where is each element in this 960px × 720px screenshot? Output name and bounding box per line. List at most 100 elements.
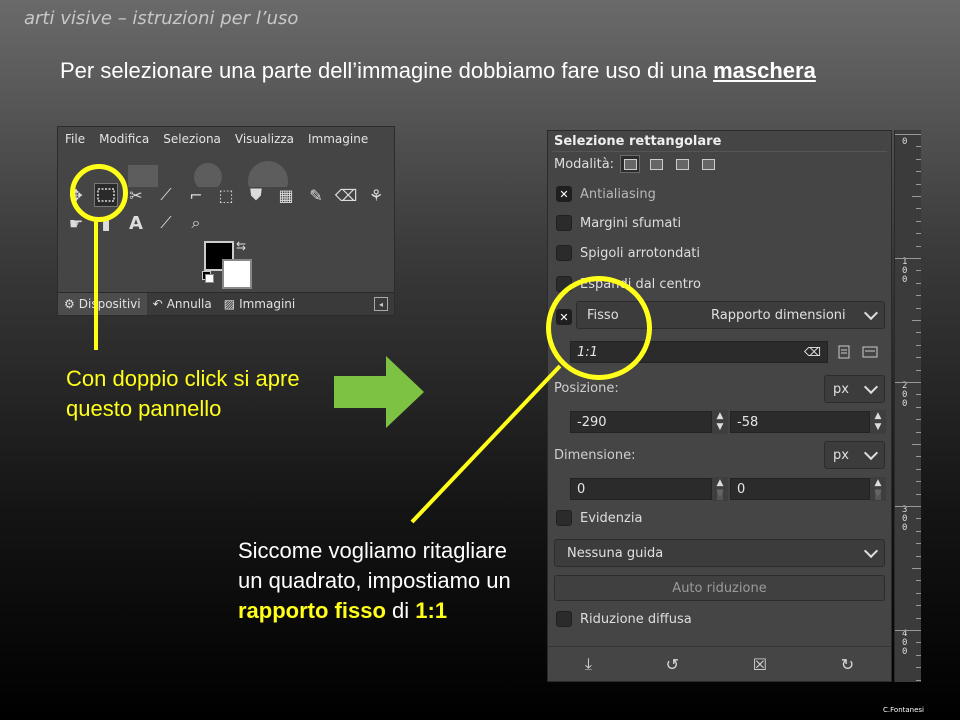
ruler-tick xyxy=(895,134,921,135)
swap-colors-icon[interactable]: ⇆ xyxy=(236,239,246,253)
mode-label: Modalità: xyxy=(554,156,615,172)
landscape-icon[interactable] xyxy=(862,344,878,360)
position-y-spinner[interactable]: ▲ ▼ xyxy=(870,410,886,434)
menu-visualizza[interactable]: Visualizza xyxy=(228,132,301,146)
position-x-input[interactable]: -290 xyxy=(570,411,712,433)
rounded-row: Spigoli arrotondati xyxy=(556,245,700,261)
dock-menu-icon[interactable]: ◂ xyxy=(374,297,388,311)
intro-text: Per selezionare una parte dell’immagine … xyxy=(60,56,920,86)
pointer-line-bottom xyxy=(410,364,562,524)
menu-seleziona[interactable]: Seleziona xyxy=(156,132,228,146)
gimp-toolbox: File Modifica Seleziona Visualizza Immag… xyxy=(57,126,395,316)
color-picker-icon[interactable]: ⟋ xyxy=(154,211,178,235)
tab-immagini[interactable]: ▨ Immagini xyxy=(218,293,302,315)
menu-immagine[interactable]: Immagine xyxy=(301,132,375,146)
ruler-tick xyxy=(916,369,921,371)
ruler-tick xyxy=(916,208,921,210)
highlight-label: Evidenzia xyxy=(580,510,643,526)
crop-icon[interactable]: ⌐ xyxy=(184,183,208,207)
ruler-tick xyxy=(916,344,921,346)
portrait-icon[interactable] xyxy=(836,344,852,360)
mode-add-button[interactable] xyxy=(646,155,666,173)
background-color-swatch[interactable] xyxy=(222,259,252,289)
spin-down-icon[interactable]: ▼ xyxy=(875,422,882,433)
menu-modifica[interactable]: Modifica xyxy=(92,132,156,146)
feather-checkbox[interactable] xyxy=(556,215,572,231)
ruler-tick xyxy=(916,543,921,545)
menu-file[interactable]: File xyxy=(58,132,92,146)
tab-dispositivi[interactable]: ⚙ Dispositivi xyxy=(58,293,147,315)
chevron-down-icon xyxy=(863,379,879,395)
feather-row: Margini sfumati xyxy=(556,215,681,231)
delete-options-icon[interactable]: ☒ xyxy=(753,655,767,674)
ruler-tick xyxy=(912,444,921,445)
tab-dispositivi-label: Dispositivi xyxy=(78,297,141,311)
feather-label: Margini sfumati xyxy=(580,215,682,231)
shrink-merged-checkbox[interactable] xyxy=(556,611,572,627)
bucket-fill-icon[interactable]: ⛊ xyxy=(244,183,268,207)
reset-options-icon[interactable]: ↻ xyxy=(841,655,854,674)
spin-up-icon[interactable]: ▲ xyxy=(717,411,724,422)
ruler-label-300: 3 0 0 xyxy=(902,505,908,533)
tab-annulla[interactable]: ↶ Annulla xyxy=(147,293,218,315)
antialiasing-checkbox[interactable]: ✕ xyxy=(556,186,572,202)
measure-icon[interactable]: ⟋ xyxy=(154,183,178,207)
clone-icon[interactable]: ⚘ xyxy=(364,183,388,207)
position-y-input[interactable]: -58 xyxy=(730,411,870,433)
mode-replace-button[interactable] xyxy=(620,155,641,173)
clear-icon[interactable]: ⌫ xyxy=(804,345,821,359)
ruler-tick xyxy=(916,406,921,408)
ruler-tick xyxy=(916,394,921,396)
zoom-icon[interactable]: ⌕ xyxy=(184,211,208,235)
spin-up-icon[interactable]: ▲ xyxy=(717,478,724,489)
author-credit: C.Fontanesi xyxy=(883,706,924,714)
ruler-tick xyxy=(916,431,921,433)
ruler-label-400: 4 0 0 xyxy=(902,629,908,657)
tab-immagini-label: Immagini xyxy=(239,297,296,311)
ruler-tick xyxy=(916,307,921,309)
eraser-icon[interactable]: ⌫ xyxy=(334,183,358,207)
intro-keyword: maschera xyxy=(713,58,816,83)
ruler-tick xyxy=(916,530,921,532)
rounded-corners-checkbox[interactable] xyxy=(556,245,572,261)
slide-title: arti visive – istruzioni per l’uso xyxy=(24,8,299,29)
position-x-spinner[interactable]: ▲ ▼ xyxy=(712,410,728,434)
auto-shrink-button[interactable]: Auto riduzione xyxy=(554,575,885,601)
size-height-input[interactable]: 0 xyxy=(730,478,870,500)
position-unit-select[interactable]: px xyxy=(824,375,885,403)
caption-fixed-ratio-text: Siccome vogliamo ritagliare un quadrato,… xyxy=(238,538,511,593)
spin-down-icon[interactable]: ▼ xyxy=(874,489,882,500)
spin-down-icon[interactable]: ▼ xyxy=(716,489,724,500)
guides-value: Nessuna guida xyxy=(567,545,664,561)
restore-options-icon[interactable]: ↺ xyxy=(666,655,679,674)
spin-up-icon[interactable]: ▲ xyxy=(875,478,882,489)
spin-down-icon[interactable]: ▼ xyxy=(717,422,724,433)
text-icon[interactable]: A xyxy=(124,211,148,235)
size-height-spinner[interactable]: ▲ ▼ xyxy=(870,477,886,501)
ruler-tick xyxy=(916,282,921,284)
mode-intersect-button[interactable] xyxy=(698,155,718,173)
reset-colors-icon[interactable] xyxy=(202,271,214,283)
mode-subtract-button[interactable] xyxy=(672,155,692,173)
guides-select[interactable]: Nessuna guida xyxy=(554,539,885,567)
intro-sentence: Per selezionare una parte dell’immagine … xyxy=(60,58,714,83)
ruler-tick xyxy=(916,481,921,483)
caption-highlight-fixed: rapporto fisso xyxy=(238,598,386,623)
chevron-down-icon xyxy=(863,445,879,461)
save-options-icon[interactable]: ⤓ xyxy=(585,654,592,674)
blend-icon[interactable]: ▦ xyxy=(274,183,298,207)
size-unit-select[interactable]: px xyxy=(824,441,885,469)
size-width-value: 0 xyxy=(577,481,586,497)
size-width-input[interactable]: 0 xyxy=(570,478,712,500)
spin-up-icon[interactable]: ▲ xyxy=(875,411,882,422)
pencil-icon[interactable]: ✎ xyxy=(304,183,328,207)
size-width-spinner[interactable]: ▲ ▼ xyxy=(712,477,728,501)
fixed-option-value: Rapporto dimensioni xyxy=(711,307,846,323)
ruler-tick xyxy=(916,456,921,458)
transform-icon[interactable]: ⬚ xyxy=(214,183,238,207)
caption-highlight-ratio: 1:1 xyxy=(415,598,448,623)
ruler-tick xyxy=(916,679,921,681)
ruler-tick xyxy=(895,630,921,631)
ruler-tick xyxy=(916,605,921,607)
images-icon: ▨ xyxy=(223,297,236,311)
